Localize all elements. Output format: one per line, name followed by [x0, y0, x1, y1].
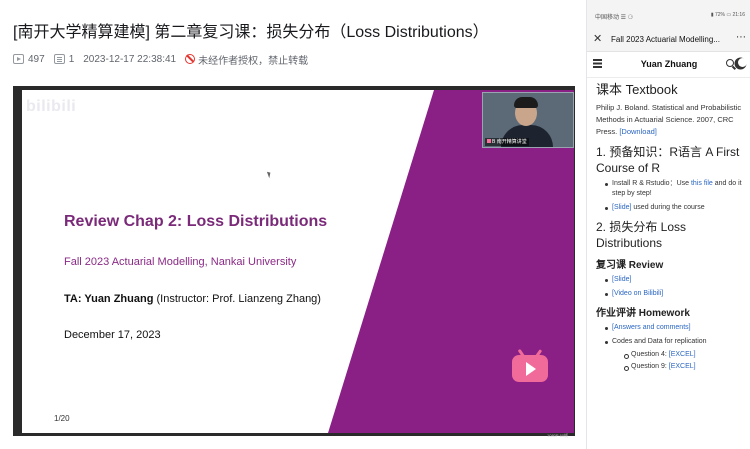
- slide-ta: TA: Yuan Zhuang: [64, 293, 154, 305]
- screenshot-page: [南开大学精算建模] 第二章复习课：损失分布（Loss Distribution…: [0, 0, 750, 449]
- webcam-tag: B 南开精算讲堂: [485, 138, 529, 146]
- list-item-text: Install R & Rstudio：Use: [612, 180, 691, 187]
- browser-tab-title: Fall 2023 Actuarial Modelling...: [611, 35, 720, 44]
- codes-sublist: Question 4: [EXCEL] Question 9: [EXCEL]: [612, 350, 746, 372]
- view-count: 497: [13, 54, 45, 65]
- textbook-citation-text: Philip J. Boland. Statistical and Probab…: [596, 103, 742, 136]
- slide-title: Review Chap 2: Loss Distributions: [64, 213, 328, 230]
- list-item-text: Question 4:: [631, 351, 669, 358]
- section1-list: Install R & Rstudio：Use this file and do…: [596, 179, 746, 213]
- list-item: [Video on Bilibili]: [605, 289, 746, 299]
- video-title: [南开大学精算建模] 第二章复习课：损失分布（Loss Distribution…: [13, 24, 489, 41]
- danmaku-count-value: 1: [68, 53, 75, 65]
- list-item: [Slide] used during the course: [605, 203, 746, 213]
- bilibili-tv-play-button[interactable]: [512, 349, 548, 382]
- list-item-text: used during the course: [631, 204, 705, 211]
- list-item: Question 4: [EXCEL]: [624, 350, 746, 360]
- review-heading: 复习课 Review: [596, 260, 664, 271]
- play-count-icon: [13, 54, 24, 64]
- search-icon[interactable]: [726, 59, 734, 67]
- player-hud-text: 1080P 60帧: [547, 433, 569, 438]
- webcam-tag-text: B 南开精算讲堂: [492, 139, 527, 145]
- section1-heading: 1. 预备知识：R语言 A First Course of R: [596, 145, 740, 175]
- textbook-heading: 课本 Textbook: [596, 82, 678, 97]
- homework-heading: 作业评讲 Homework: [596, 308, 690, 319]
- status-right: ▮ 72% ▭ 21:16: [710, 12, 745, 18]
- view-count-value: 497: [28, 53, 45, 65]
- play-icon: [526, 362, 536, 376]
- slide-date: December 17, 2023: [64, 329, 161, 341]
- section2-heading: 2. 损失分布 Loss Distributions: [596, 220, 687, 250]
- list-item: Codes and Data for replication Question …: [605, 337, 746, 372]
- copyright-text: 未经作者授权，禁止转载: [198, 55, 309, 67]
- answers-link[interactable]: [Answers and comments]: [612, 324, 691, 331]
- slide-page-number: 1/20: [54, 414, 70, 423]
- slide-ta-line: TA: Yuan Zhuang (Instructor: Prof. Lianz…: [64, 293, 321, 305]
- slide-instructor: (Instructor: Prof. Lianzeng Zhang): [153, 293, 321, 305]
- textbook-citation: Philip J. Boland. Statistical and Probab…: [596, 102, 746, 138]
- copyright-notice: 未经作者授权，禁止转载: [185, 52, 308, 67]
- phone-screenshot: 中国移动 ☰ ⚆ ▮ 72% ▭ 21:16 ✕ Fall 2023 Actua…: [586, 0, 750, 449]
- review-slide-link[interactable]: [Slide]: [612, 276, 631, 283]
- phone-status-bar: 中国移动 ☰ ⚆ ▮ 72% ▭ 21:16: [587, 0, 750, 28]
- page-content: 课本 Textbook Philip J. Boland. Statistica…: [596, 82, 746, 376]
- list-item: [Slide]: [605, 275, 746, 285]
- presenter-hair: [514, 97, 538, 108]
- list-item: Install R & Rstudio：Use this file and do…: [605, 179, 746, 199]
- lecture-slide: bilibili Review Chap 2: Loss Distributio…: [22, 90, 574, 433]
- site-navbar: Yuan Zhuang: [587, 52, 750, 78]
- close-icon[interactable]: ✕: [593, 32, 602, 45]
- bilibili-video-link[interactable]: [Video on Bilibili]: [612, 290, 663, 297]
- more-icon[interactable]: ⋯: [736, 32, 746, 43]
- slide-link[interactable]: [Slide]: [612, 204, 631, 211]
- dark-mode-icon[interactable]: [738, 58, 747, 67]
- video-meta: 497 1 2023-12-17 22:38:41 未经作者授权，禁止转载: [13, 51, 317, 67]
- no-repost-icon: [185, 54, 196, 64]
- list-item: Question 9: [EXCEL]: [624, 362, 746, 372]
- slide-subtitle: Fall 2023 Actuarial Modelling, Nankai Un…: [64, 256, 297, 268]
- list-item: [Answers and comments]: [605, 323, 746, 333]
- this-file-link[interactable]: this file: [691, 180, 713, 187]
- bilibili-watermark: bilibili: [26, 98, 77, 115]
- list-item-text: Codes and Data for replication: [612, 338, 707, 345]
- danmaku-icon: [53, 54, 65, 64]
- bilibili-logo-icon: [487, 139, 491, 143]
- q9-excel-link[interactable]: [EXCEL]: [669, 363, 696, 370]
- q4-excel-link[interactable]: [EXCEL]: [669, 351, 696, 358]
- status-left: 中国移动 ☰ ⚆: [595, 15, 634, 21]
- publish-datetime: 2023-12-17 22:38:41: [83, 53, 177, 65]
- review-list: [Slide] [Video on Bilibili]: [596, 275, 746, 299]
- browser-tab-bar: ✕ Fall 2023 Actuarial Modelling... ⋯: [587, 28, 750, 52]
- webcam-overlay: B 南开精算讲堂: [482, 92, 574, 148]
- list-item-text: Question 9:: [631, 363, 669, 370]
- danmaku-count: 1: [53, 53, 75, 65]
- download-link[interactable]: [Download]: [619, 127, 657, 136]
- video-player[interactable]: bilibili Review Chap 2: Loss Distributio…: [13, 86, 575, 438]
- homework-list: [Answers and comments] Codes and Data fo…: [596, 323, 746, 372]
